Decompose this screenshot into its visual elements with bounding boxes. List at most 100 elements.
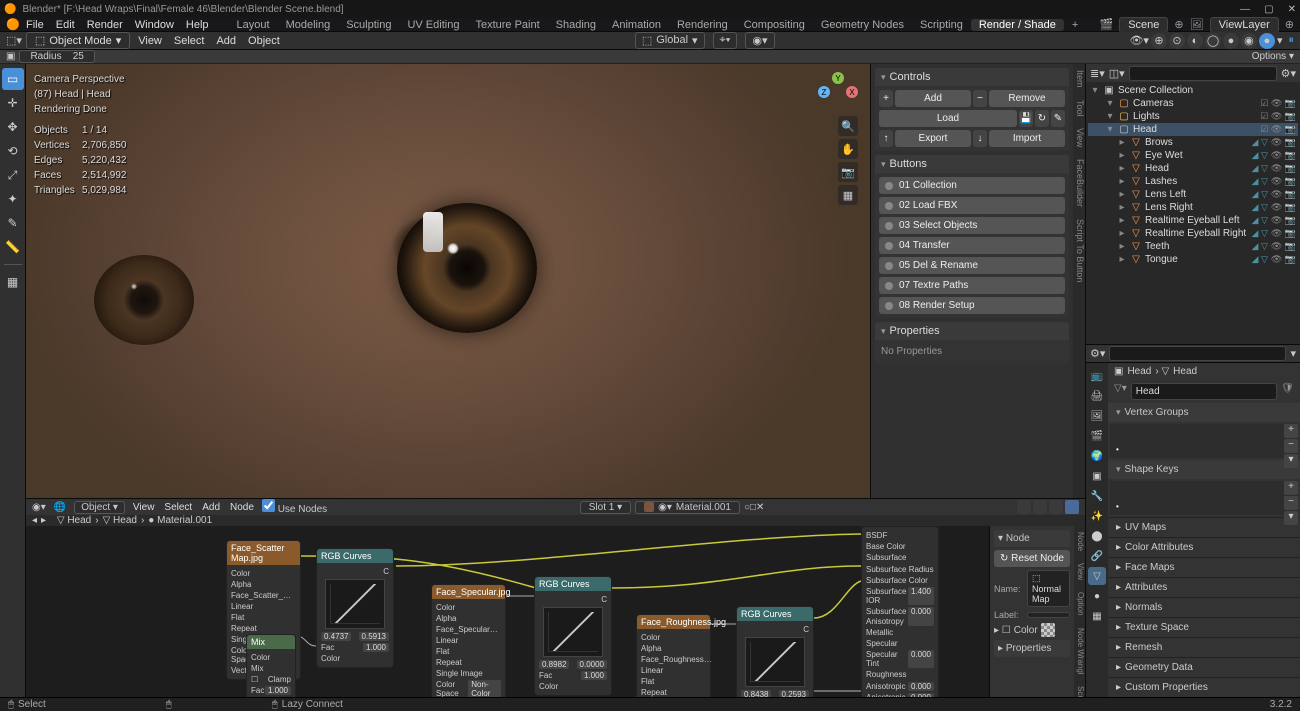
maximize-button[interactable]: ▢ — [1264, 4, 1273, 15]
workspace-tab[interactable]: Modeling — [278, 19, 339, 31]
export-button[interactable]: Export — [895, 130, 971, 147]
transform-tool[interactable]: ✦ — [2, 188, 24, 210]
props-type-icon[interactable]: ⚙▾ — [1090, 347, 1105, 360]
axis-z[interactable]: Z — [818, 86, 830, 98]
node-rgb-curves-2[interactable]: RGB Curves C 0.89820.0000 Fac1.000 Color — [534, 576, 612, 696]
props-section-collapsed[interactable]: ▸Normals — [1108, 597, 1300, 617]
node-rgb-curves-1[interactable]: RGB Curves C 0.47370.5913 Fac1.000 Color — [316, 548, 394, 668]
props-section-collapsed[interactable]: ▸Attributes — [1108, 577, 1300, 597]
workspace-tab[interactable]: Layout — [229, 19, 278, 31]
properties-header[interactable]: ▾Properties — [875, 322, 1069, 340]
move-tool[interactable]: ✥ — [2, 116, 24, 138]
use-nodes-toggle[interactable]: Use Nodes — [262, 499, 327, 515]
shape-keys-header[interactable]: ▾Shape Keys — [1108, 460, 1300, 479]
3d-viewport[interactable]: Camera Perspective (87) Head | Head Rend… — [26, 64, 870, 498]
workspace-tab[interactable]: Geometry Nodes — [813, 19, 912, 31]
node-menu-select[interactable]: Select — [164, 502, 192, 513]
node-menu-node[interactable]: Node — [230, 502, 254, 513]
overlay-icon[interactable] — [1049, 500, 1063, 514]
pin-icon[interactable] — [1017, 500, 1031, 514]
viewport-menu-select[interactable]: Select — [174, 35, 205, 47]
script-button[interactable]: 04 Transfer — [879, 237, 1065, 254]
scene-selector[interactable]: Scene — [1119, 17, 1168, 33]
node-rgb-curves-3[interactable]: RGB Curves C 0.84380.2593 Fac1.000 Color — [736, 606, 814, 697]
menu-render[interactable]: Render — [87, 19, 123, 31]
menu-edit[interactable]: Edit — [56, 19, 75, 31]
outliner-filter-icon[interactable]: ⚙▾ — [1281, 67, 1296, 80]
camera-view-icon[interactable]: 📷 — [838, 162, 858, 182]
outliner-search[interactable] — [1129, 66, 1277, 81]
props-section-collapsed[interactable]: ▸Color Attributes — [1108, 537, 1300, 557]
mesh-datablock-icon[interactable]: ▽▾ — [1114, 383, 1127, 400]
workspace-tab[interactable]: Animation — [604, 19, 669, 31]
shading-dropdown-icon[interactable]: ▾ — [1277, 34, 1283, 47]
xray-toggle[interactable]: ◐ — [1187, 33, 1203, 49]
viewlayer-selector[interactable]: ViewLayer — [1210, 17, 1279, 33]
workspace-tab[interactable]: Compositing — [736, 19, 813, 31]
orientation-selector[interactable]: ⬚ Global ▾ — [635, 32, 705, 49]
add-button[interactable]: Add — [895, 90, 971, 107]
node-n-tab[interactable]: View — [1074, 557, 1085, 586]
n-tab[interactable]: Script To Button — [1073, 213, 1085, 288]
outliner-item[interactable]: ▸▽Lens Right◢ ▽👁 📷 — [1088, 201, 1298, 214]
workspace-tab[interactable]: Sculpting — [338, 19, 399, 31]
axis-y[interactable]: Y — [832, 72, 844, 84]
shader-type-icon[interactable]: 🌐 — [54, 502, 66, 513]
mode-selector[interactable]: ⬚Object Mode▾ — [26, 32, 130, 49]
material-shading[interactable]: ◉ — [1241, 33, 1257, 49]
workspace-tab[interactable]: Render / Shade — [971, 19, 1064, 31]
texture-props-tab[interactable]: ▦ — [1088, 607, 1106, 625]
select-tool[interactable]: ▭ — [2, 68, 24, 90]
node-properties-header[interactable]: ▸ Properties — [994, 640, 1070, 657]
zoom-icon[interactable]: 🔍 — [838, 116, 858, 136]
vertex-groups-header[interactable]: ▾Vertex Groups — [1108, 403, 1300, 422]
axis-x[interactable]: X — [846, 86, 858, 98]
outliner-tree[interactable]: ▾▣Scene Collection ▾▢Cameras☑ 👁 📷▾▢Light… — [1086, 82, 1300, 344]
workspace-tab[interactable]: Rendering — [669, 19, 736, 31]
wireframe-shading[interactable]: ◯ — [1205, 33, 1221, 49]
node-n-tab[interactable]: Node — [1074, 526, 1085, 557]
props-section-collapsed[interactable]: ▸UV Maps — [1108, 517, 1300, 537]
script-button[interactable]: 02 Load FBX — [879, 197, 1065, 214]
material-props-tab[interactable]: ● — [1088, 587, 1106, 605]
outliner-item[interactable]: ▸▽Realtime Eyeball Right◢ ▽👁 📷 — [1088, 227, 1298, 240]
backdrop-icon[interactable] — [1065, 500, 1079, 514]
export-up-icon[interactable]: ↑ — [879, 130, 893, 147]
scene-collection-row[interactable]: ▾▣Scene Collection — [1088, 84, 1298, 97]
load-button[interactable]: Load — [879, 110, 1017, 127]
mesh-props-tab[interactable]: ▽ — [1088, 567, 1106, 585]
add-tool[interactable]: ▦ — [2, 271, 24, 293]
outliner-item[interactable]: ▾▢Head☑ 👁 📷 — [1088, 123, 1298, 136]
props-section-collapsed[interactable]: ▸Remesh — [1108, 637, 1300, 657]
rendered-shading[interactable]: ● — [1259, 33, 1275, 49]
outliner-item[interactable]: ▸▽Eye Wet◢ ▽👁 📷 — [1088, 149, 1298, 162]
menu-window[interactable]: Window — [135, 19, 174, 31]
node-n-tab[interactable]: Option — [1074, 586, 1085, 622]
workspace-tab[interactable]: UV Editing — [399, 19, 467, 31]
outliner-type-icon[interactable]: ≣▾ — [1090, 67, 1105, 80]
breadcrumb-mesh[interactable]: ▽ Head — [103, 515, 137, 526]
import-button[interactable]: Import — [989, 130, 1065, 147]
node-n-tab[interactable]: Node Wrangl — [1074, 622, 1085, 681]
vg-remove-button[interactable]: − — [1284, 439, 1298, 453]
render-pause-icon[interactable]: ⏸ — [1289, 34, 1295, 47]
material-users-icon[interactable]: ○□✕ — [744, 502, 764, 513]
outliner-item[interactable]: ▸▽Lens Left◢ ▽👁 📷 — [1088, 188, 1298, 201]
save-icon-button[interactable]: 💾 — [1019, 110, 1033, 127]
props-section-collapsed[interactable]: ▸Texture Space — [1108, 617, 1300, 637]
viewport-menu-add[interactable]: Add — [216, 35, 236, 47]
close-button[interactable]: ✕ — [1288, 4, 1296, 15]
node-color-row[interactable]: ▸ ☐Color — [994, 623, 1070, 637]
scale-tool[interactable]: ⤢ — [2, 164, 24, 186]
node-section-header[interactable]: ▾ Node — [994, 530, 1070, 547]
radius-field[interactable]: Radius 25 — [19, 50, 94, 63]
gizmo-toggle[interactable]: ⊕ — [1151, 33, 1167, 49]
snap-selector[interactable]: ⌖▾ — [713, 32, 738, 49]
visibility-icon[interactable]: 👁▾ — [1129, 34, 1149, 47]
options-dropdown[interactable]: Options ▾ — [1252, 51, 1294, 62]
outliner-item[interactable]: ▾▢Cameras☑ 👁 📷 — [1088, 97, 1298, 110]
vg-menu-button[interactable]: ▾ — [1284, 454, 1298, 468]
add-plus-button[interactable]: + — [879, 90, 893, 107]
minimize-button[interactable]: — — [1240, 4, 1250, 15]
snap-icon[interactable] — [1033, 500, 1047, 514]
